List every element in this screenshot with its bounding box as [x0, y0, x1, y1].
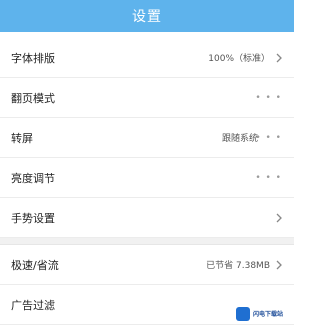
watermark-logo: 闪电下载站 [236, 305, 290, 323]
setting-label: 翻页模式 [11, 91, 55, 105]
chevron-right-icon [276, 213, 282, 222]
setting-value: 100%（标准） [208, 54, 270, 64]
setting-value: 已节省 7.38MB [206, 261, 270, 271]
download-site-logo-icon [236, 307, 250, 321]
setting-gestures[interactable]: 手势设置 [0, 198, 294, 238]
more-dots-icon: • • • [255, 92, 282, 103]
section-divider [0, 238, 294, 245]
chevron-right-icon [276, 53, 282, 62]
setting-label: 转屏 [11, 131, 33, 145]
setting-font-layout[interactable]: 字体排版 100%（标准） [0, 38, 294, 78]
setting-label: 广告过滤 [11, 298, 55, 312]
setting-screen-rotation[interactable]: 转屏 跟随系统 • • • [0, 118, 294, 158]
settings-list: 字体排版 100%（标准） 翻页模式 • • • 转屏 跟随系统 • • • 亮… [0, 38, 294, 325]
setting-page-turn-mode[interactable]: 翻页模式 • • • [0, 78, 294, 118]
setting-label: 亮度调节 [11, 171, 55, 185]
setting-data-saver[interactable]: 极速/省流 已节省 7.38MB [0, 245, 294, 285]
setting-label: 极速/省流 [11, 258, 59, 272]
watermark-text: 闪电下载站 [253, 310, 284, 318]
more-dots-icon: • • • [255, 172, 282, 183]
top-bar: 设置 [0, 0, 294, 32]
setting-value: 跟随系统 [221, 134, 258, 144]
setting-label: 字体排版 [11, 51, 55, 65]
chevron-right-icon [276, 260, 282, 269]
more-dots-icon: • • • [255, 132, 282, 143]
setting-label: 手势设置 [11, 211, 55, 225]
setting-brightness[interactable]: 亮度调节 • • • [0, 158, 294, 198]
page-title: 设置 [132, 9, 162, 25]
